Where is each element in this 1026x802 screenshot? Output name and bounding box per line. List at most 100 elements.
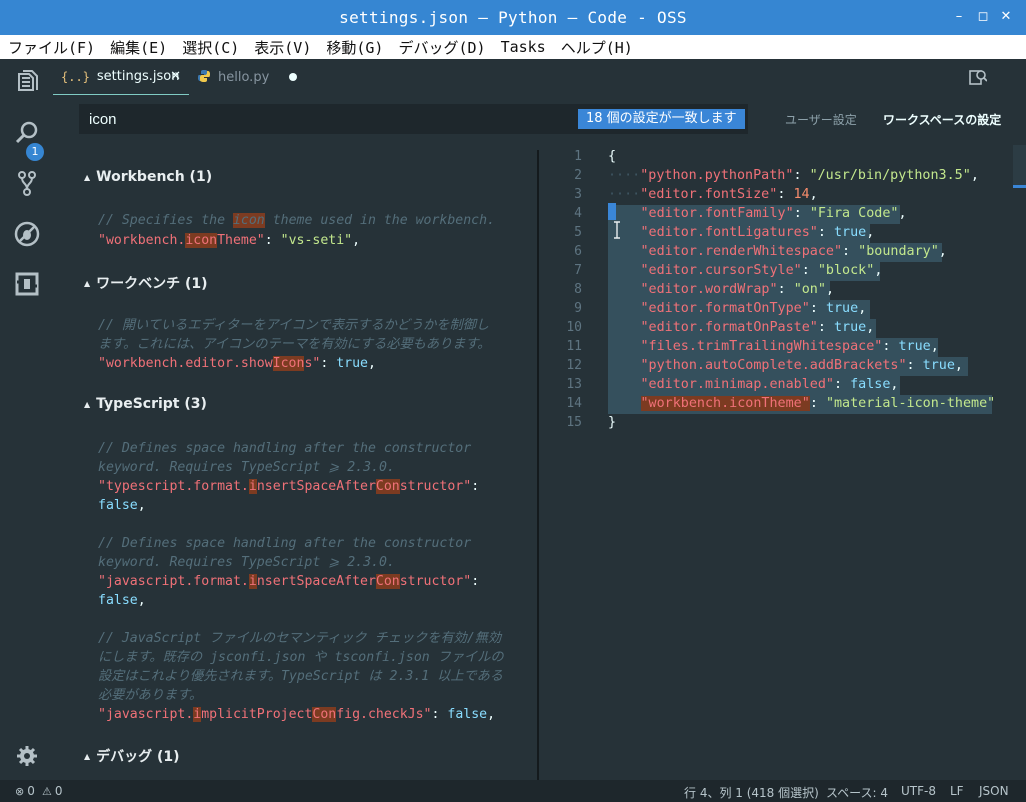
setting-comment: // 開いているエディターをアイコンで表示するかどうかを制御し: [98, 318, 490, 333]
setting-entry[interactable]: "workbench.iconTheme": "vs-seti",: [98, 231, 360, 250]
debug-icon[interactable]: [13, 220, 41, 248]
status-indentation[interactable]: スペース: 4: [826, 784, 888, 801]
json-value: false: [850, 377, 891, 392]
json-key: "editor.minimap.enabled": [640, 377, 834, 392]
code-line[interactable]: "editor.formatOnPaste": true,: [608, 318, 875, 337]
section-header-workbench-ja[interactable]: ▲ ワークベンチ (1): [84, 273, 208, 293]
whitespace-dots: ····: [608, 168, 641, 183]
line-number: 12: [566, 358, 582, 373]
colon: :: [793, 168, 810, 183]
unsaved-dot-icon[interactable]: [289, 73, 297, 81]
code-line[interactable]: "editor.wordWrap": "on",: [608, 280, 835, 299]
status-line-ending[interactable]: LF: [950, 784, 964, 798]
colon: :: [882, 339, 899, 354]
status-errors[interactable]: ⊗ 0: [15, 784, 35, 798]
status-language-mode[interactable]: JSON: [979, 784, 1009, 798]
gear-icon[interactable]: [15, 744, 39, 768]
status-cursor-position[interactable]: 行 4、列 1 (418 個選択): [684, 784, 819, 801]
code-line[interactable]: }: [608, 413, 616, 432]
status-warnings[interactable]: ⚠ 0: [42, 784, 63, 798]
scrollbar-thumb[interactable]: [1013, 145, 1026, 188]
setting-comment: // Defines space handling after the cons…: [98, 441, 472, 456]
menu-edit[interactable]: 編集(E): [110, 37, 167, 58]
section-header-debug[interactable]: ▲ デバッグ (1): [84, 746, 180, 766]
menu-debug[interactable]: デバッグ(D): [398, 37, 485, 58]
setting-entry[interactable]: "javascript.implicitProjectConfig.checkJ…: [98, 705, 495, 724]
extensions-icon[interactable]: [13, 270, 41, 298]
section-header-typescript[interactable]: ▲ TypeScript (3): [84, 396, 207, 412]
close-window-button[interactable]: ✕: [997, 8, 1015, 26]
search-icon[interactable]: [13, 119, 41, 147]
json-key: "editor.wordWrap": [640, 282, 778, 297]
code-line[interactable]: "python.autoComplete.addBrackets": true,: [608, 356, 963, 375]
line-number: 8: [574, 282, 582, 297]
tab-hello-py[interactable]: hello.py: [189, 59, 313, 95]
code-line[interactable]: "files.trimTrailingWhitespace": true,: [608, 337, 939, 356]
status-bar: ⊗ 0 ⚠ 0 行 4、列 1 (418 個選択) スペース: 4 UTF-8 LF…: [0, 780, 1026, 802]
menu-help[interactable]: ヘルプ(H): [561, 37, 633, 58]
setting-comment: にします。既存の jsconfi.json や tsconfi.json ファイ…: [98, 650, 504, 665]
code-line[interactable]: "editor.renderWhitespace": "boundary",: [608, 242, 947, 261]
json-key: "editor.fontFamily": [640, 206, 794, 221]
json-value: true: [825, 301, 859, 316]
line-number: 15: [566, 415, 582, 430]
setting-comment: // Defines space handling after the cons…: [98, 536, 472, 551]
code-line[interactable]: ····"python.pythonPath": "/usr/bin/pytho…: [608, 166, 979, 185]
json-value: "/usr/bin/python3.5": [809, 168, 971, 183]
whitespace-dots: ····: [608, 187, 641, 202]
activity-bar: 1: [0, 59, 53, 780]
code-line[interactable]: "editor.cursorStyle": "block",: [608, 261, 883, 280]
explorer-icon[interactable]: [13, 69, 41, 97]
tab-workspace-settings[interactable]: ワークスペースの設定: [883, 111, 1001, 128]
open-changes-icon[interactable]: [969, 68, 988, 86]
section-header-workbench[interactable]: ▲ Workbench (1): [84, 169, 212, 185]
code-line[interactable]: "editor.minimap.enabled": false,: [608, 375, 899, 394]
setting-entry[interactable]: "typescript.format.insertSpaceAfterConst…: [98, 477, 479, 496]
colon: :: [906, 358, 923, 373]
menu-view[interactable]: 表示(V): [254, 37, 311, 58]
comma: ,: [898, 206, 907, 221]
setting-entry[interactable]: "workbench.editor.showIcons": true,: [98, 354, 376, 373]
close-icon[interactable]: ✕: [170, 69, 181, 84]
status-encoding[interactable]: UTF-8: [901, 784, 936, 798]
code-line[interactable]: "workbench.iconTheme": "material-icon-th…: [608, 394, 995, 413]
code-line[interactable]: "editor.formatOnType": true,: [608, 299, 867, 318]
collapse-triangle-icon: ▲: [84, 278, 91, 288]
menu-tasks[interactable]: Tasks: [501, 38, 546, 56]
setting-entry[interactable]: "javascript.format.insertSpaceAfterConst…: [98, 572, 479, 591]
json-editor[interactable]: 1 2 3 4 5 6 7 8 9 10 11 12 13 14 15 {····"python.pytho…: [540, 145, 1026, 780]
code-line[interactable]: {: [608, 147, 616, 166]
code-line[interactable]: "editor.fontFamily": "Fira Code",: [608, 204, 907, 223]
comma: ,: [970, 168, 979, 183]
settings-search-input[interactable]: [89, 104, 569, 134]
json-key: "editor.fontSize": [640, 187, 778, 202]
panel-divider[interactable]: [537, 150, 539, 780]
json-value: true: [898, 339, 931, 354]
comma: ,: [858, 301, 867, 316]
comma: ,: [874, 263, 883, 278]
python-icon: [197, 69, 211, 86]
setting-value: false,: [98, 593, 146, 608]
code-line[interactable]: ····"editor.fontSize": 14,: [608, 185, 818, 204]
colon: :: [833, 377, 851, 392]
json-value: true: [834, 225, 867, 240]
json-key: "editor.cursorStyle": [640, 263, 802, 278]
json-value: 14: [793, 187, 810, 202]
setting-comment: // Specifies the icon theme used in the …: [98, 213, 495, 228]
json-value: true: [834, 320, 867, 335]
tab-user-settings[interactable]: ユーザー設定: [785, 111, 857, 128]
maximize-button[interactable]: ◻: [974, 8, 992, 26]
line-number: 13: [566, 377, 582, 392]
code-line[interactable]: "editor.fontLigatures": true,: [608, 223, 875, 242]
default-settings-panel: ▲ Workbench (1) // Specifies the icon the…: [53, 145, 538, 780]
comma: ,: [938, 244, 947, 259]
menu-selection[interactable]: 選択(C): [182, 37, 239, 58]
menu-go[interactable]: 移動(G): [326, 37, 383, 58]
source-control-icon[interactable]: [13, 169, 41, 197]
json-value: "boundary": [858, 244, 939, 259]
colon: :: [842, 244, 859, 259]
colon: :: [809, 396, 826, 411]
tab-settings-json[interactable]: {..} settings.json ✕: [53, 59, 189, 95]
menu-file[interactable]: ファイル(F): [8, 37, 95, 58]
minimize-button[interactable]: –: [950, 8, 968, 26]
